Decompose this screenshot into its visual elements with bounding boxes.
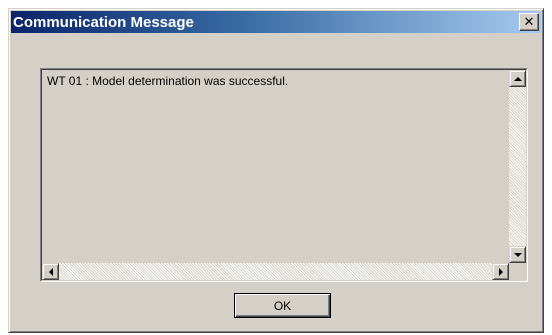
message-text-area-inner: WT 01 : Model determination was successf… <box>41 69 527 281</box>
dialog-title: Communication Message <box>13 13 194 31</box>
scroll-up-arrow-icon <box>513 76 522 81</box>
message-text-area[interactable]: WT 01 : Model determination was successf… <box>40 68 528 282</box>
close-button[interactable]: ✕ <box>519 13 539 31</box>
scroll-right-button[interactable] <box>492 263 509 280</box>
scroll-down-button[interactable] <box>509 246 526 263</box>
scroll-left-button[interactable] <box>42 263 59 280</box>
close-icon: ✕ <box>523 14 535 30</box>
scroll-up-button[interactable] <box>509 70 526 87</box>
scroll-down-arrow-icon <box>513 252 522 257</box>
title-bar[interactable]: Communication Message ✕ <box>11 11 541 33</box>
message-text: WT 01 : Model determination was successf… <box>47 74 289 88</box>
scrollbar-corner <box>509 263 526 280</box>
vertical-scrollbar[interactable] <box>509 70 526 263</box>
scroll-right-arrow-icon <box>498 267 503 276</box>
ok-button[interactable]: OK <box>234 293 331 318</box>
scroll-left-arrow-icon <box>48 267 53 276</box>
communication-message-dialog: Communication Message ✕ WT 01 : Model de… <box>8 8 544 333</box>
horizontal-scrollbar[interactable] <box>42 263 509 280</box>
